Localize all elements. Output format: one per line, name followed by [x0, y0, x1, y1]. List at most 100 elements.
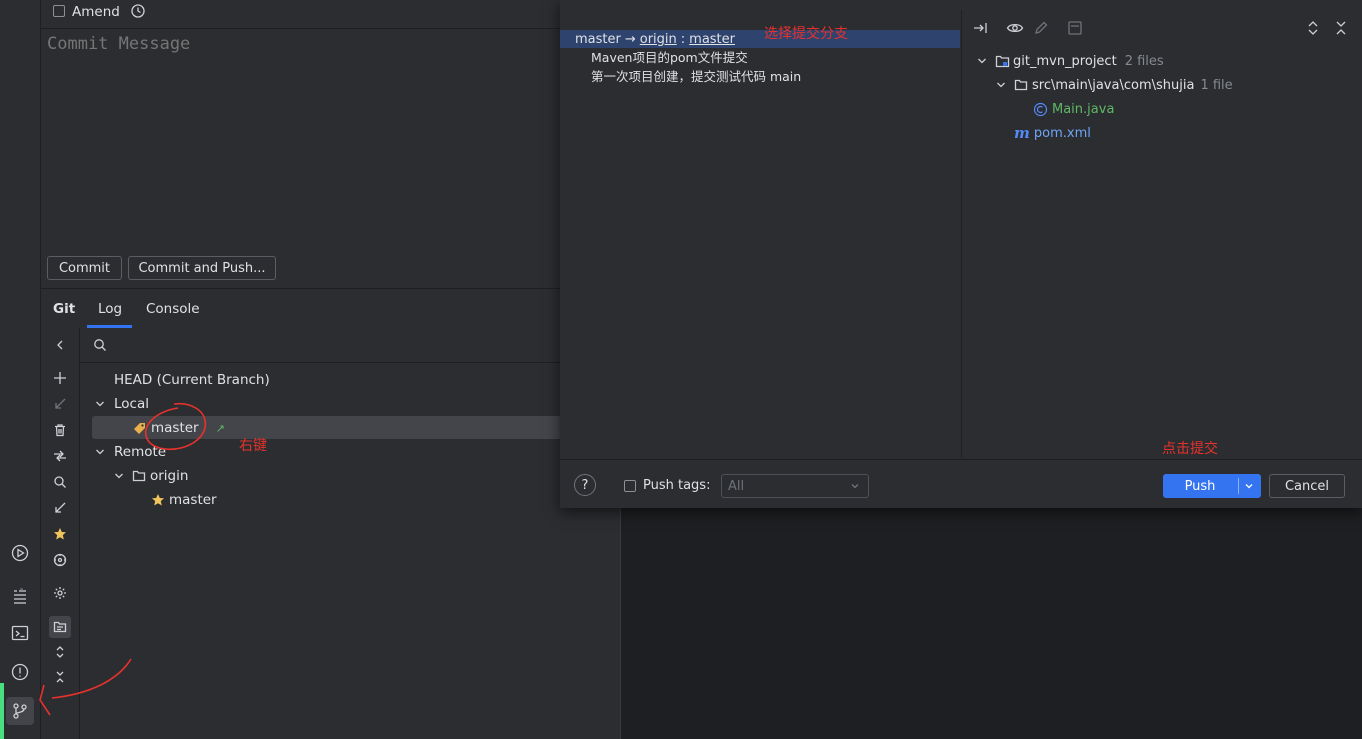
checkout-icon[interactable] — [49, 393, 71, 415]
collapse-all-icon[interactable] — [49, 666, 71, 688]
annotation-click-push: 点击提交 — [1162, 441, 1218, 457]
file-name: Main.java — [1052, 101, 1115, 117]
eye-icon[interactable] — [1006, 19, 1024, 41]
tool-window-tabs: Git Log Console — [41, 288, 560, 330]
outgoing-arrow-icon: ↗ — [215, 421, 225, 435]
push-tags-label: Push tags: — [643, 478, 711, 493]
remote-branch-master[interactable]: master — [151, 489, 217, 511]
remote-link[interactable]: origin — [640, 32, 677, 47]
update-icon[interactable] — [49, 497, 71, 519]
commit-panel: Amend Commit Commit and Push... — [41, 0, 560, 288]
split-divider — [1238, 478, 1239, 494]
push-dialog: master → origin : master Maven项目的pom文件提交… — [560, 0, 1362, 508]
push-arrow: → — [624, 31, 636, 47]
push-tags-select[interactable]: All — [721, 474, 869, 498]
branches-panel: HEAD (Current Branch) Local master ↗ Rem… — [80, 328, 620, 739]
commit-button[interactable]: Commit — [47, 256, 122, 280]
project-folder-icon — [995, 55, 1010, 67]
branch-tag-icon — [134, 422, 145, 434]
amend-label: Amend — [72, 4, 120, 20]
branches-toolbar — [41, 328, 80, 739]
amend-checkbox[interactable] — [53, 5, 65, 17]
folder-icon — [132, 470, 146, 482]
push-tags-checkbox[interactable] — [624, 480, 636, 492]
source-branch: master — [575, 31, 621, 47]
expand-collapse-icon[interactable] — [1304, 19, 1322, 41]
commit-item[interactable]: 第一次项目创建，提交测试代码 main — [591, 67, 801, 87]
separator: : — [680, 31, 686, 47]
changed-files-pane: git_mvn_project 2 files src\main\java\co… — [961, 10, 1362, 458]
favorite-star-icon[interactable] — [49, 523, 71, 545]
file-name: pom.xml — [1033, 125, 1091, 141]
file-main-java[interactable]: Main.java — [1033, 98, 1114, 120]
remote-label: Remote — [114, 444, 167, 460]
cancel-button[interactable]: Cancel — [1269, 474, 1345, 498]
compare-icon[interactable] — [49, 445, 71, 467]
local-label: Local — [114, 396, 149, 412]
package-node[interactable]: src\main\java\com\shujia 1 file — [995, 74, 1233, 96]
push-tags-value: All — [728, 479, 745, 494]
search-icon — [93, 338, 107, 356]
push-button[interactable]: Push — [1163, 474, 1261, 498]
expand-all-icon[interactable] — [49, 641, 71, 663]
target-branch-link[interactable]: master — [689, 32, 735, 47]
commit-details-icon[interactable] — [1066, 19, 1084, 41]
file-pom-xml[interactable]: m pom.xml — [1014, 122, 1091, 144]
delete-icon[interactable] — [49, 419, 71, 441]
maven-icon: m — [1014, 124, 1030, 142]
remote-branch-label: master — [169, 492, 217, 508]
settings-gear-icon[interactable] — [49, 582, 71, 604]
history-icon[interactable] — [130, 3, 146, 23]
amend-row: Amend — [41, 0, 560, 29]
folder-icon — [1014, 79, 1028, 91]
terminal-icon[interactable] — [6, 619, 34, 647]
head-branch-node[interactable]: HEAD (Current Branch) — [114, 369, 270, 391]
package-path: src\main\java\com\shujia — [1032, 77, 1195, 93]
active-tool-indicator — [0, 683, 4, 739]
local-branch-master[interactable]: master ↗ — [132, 417, 225, 439]
new-branch-icon[interactable] — [49, 367, 71, 389]
group-by-directory-icon[interactable] — [49, 616, 71, 638]
remote-name-label: origin — [150, 468, 189, 484]
search-icon[interactable] — [49, 471, 71, 493]
project-file-count: 2 files — [1124, 53, 1164, 69]
package-file-count: 1 file — [1200, 77, 1233, 93]
branch-search-bar[interactable] — [80, 328, 620, 363]
show-diff-icon[interactable] — [972, 19, 990, 41]
commit-and-push-button[interactable]: Commit and Push... — [128, 256, 276, 280]
git-branch-icon[interactable] — [6, 697, 34, 725]
annotation-select-branch: 选择提交分支 — [764, 26, 848, 42]
local-group-node[interactable]: Local — [94, 393, 149, 415]
commit-message-input[interactable] — [47, 34, 552, 244]
chevron-down-icon — [96, 449, 104, 455]
edit-icon[interactable] — [1032, 19, 1050, 41]
annotation-right-click: 右键 — [239, 438, 267, 454]
chevron-down-icon — [978, 58, 986, 64]
chevron-down-icon — [96, 401, 104, 407]
push-commits-pane: master → origin : master Maven项目的pom文件提交… — [560, 10, 960, 458]
navigate-icon[interactable] — [49, 549, 71, 571]
problems-icon[interactable] — [6, 658, 34, 686]
remote-group-node[interactable]: Remote — [94, 441, 166, 463]
project-node[interactable]: git_mvn_project 2 files — [976, 50, 1164, 72]
commit-item[interactable]: Maven项目的pom文件提交 — [591, 48, 748, 68]
project-name: git_mvn_project — [1013, 53, 1117, 69]
tool-window-strip — [0, 0, 41, 739]
chevron-down-icon — [997, 82, 1005, 88]
tab-git[interactable]: Git — [53, 289, 75, 328]
push-button-label: Push — [1184, 478, 1216, 494]
local-branch-label: master — [151, 420, 199, 436]
help-button[interactable]: ? — [574, 474, 596, 496]
chevron-down-icon — [115, 473, 123, 479]
structure-icon[interactable] — [6, 583, 34, 611]
push-dialog-footer: ? Push tags: All Push Cancel — [560, 459, 1362, 509]
run-icon[interactable] — [6, 539, 34, 567]
collapse-left-icon[interactable] — [49, 334, 71, 356]
chevron-down-icon[interactable] — [1244, 481, 1254, 491]
tab-console[interactable]: Console — [146, 289, 200, 328]
collapse-tree-icon[interactable] — [1332, 19, 1350, 41]
chevron-down-icon — [851, 484, 859, 489]
remote-origin-node[interactable]: origin — [113, 465, 188, 487]
tab-log[interactable]: Log — [98, 289, 122, 328]
push-target-spec[interactable]: master → origin : master — [575, 30, 735, 48]
